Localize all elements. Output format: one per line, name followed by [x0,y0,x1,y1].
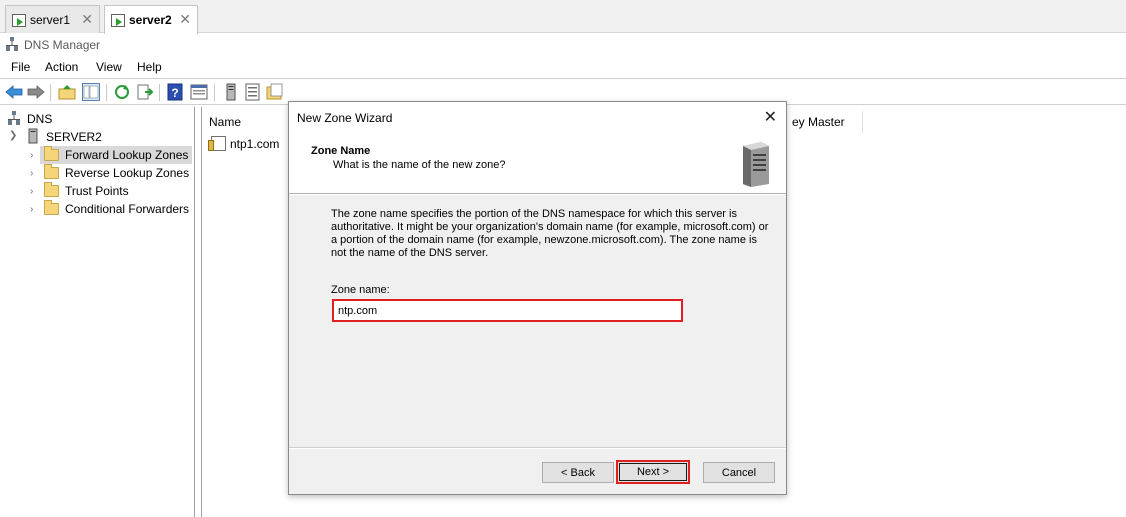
chevron-right-icon[interactable]: › [30,204,33,215]
tab-server1[interactable]: server1 ✕ [5,5,100,33]
chevron-down-icon[interactable]: ❯ [9,130,17,141]
new-zone-wizard-dialog: New Zone Wizard ✕ Zone Name What is the … [288,101,787,495]
help-icon[interactable]: ? [167,83,185,101]
list-icon[interactable] [244,83,262,101]
column-header-key-master[interactable]: ey Master [792,115,845,129]
tree-item-trust-points[interactable]: Trust Points [40,182,192,200]
folder-icon [44,146,59,161]
export-list-icon[interactable] [136,83,154,101]
tree-item-label: SERVER2 [46,130,102,144]
folder-icon [44,200,59,215]
zone-file-icon [208,136,226,151]
back-arrow-icon[interactable] [5,83,23,101]
list-item-label: ntp1.com [230,137,280,151]
wizard-step-subheading: What is the name of the new zone? [333,159,506,171]
menu-action[interactable]: Action [45,60,78,74]
tree-pane: DNS ❯ SERVER2 Forward Lookup Zones › Rev… [0,107,195,517]
dns-tree-icon [6,37,18,51]
server-icon [28,128,38,144]
chevron-right-icon[interactable]: › [30,150,33,161]
back-button[interactable]: < Back [542,462,614,483]
vm-console-icon [12,14,26,27]
tab-label: server2 [129,13,172,27]
close-icon[interactable]: ✕ [179,11,191,28]
dialog-title: New Zone Wizard [297,111,393,125]
svg-text:?: ? [171,86,178,100]
tree-item-forward-lookup-zones[interactable]: Forward Lookup Zones [40,146,192,164]
tree-item-dns[interactable]: DNS [8,110,88,128]
column-divider[interactable] [862,111,863,133]
tree-item-server2[interactable]: ❯ SERVER2 [9,128,129,146]
tree-item-label: Forward Lookup Zones [65,148,189,162]
tab-strip: server1 ✕ server2 ✕ [0,0,1126,34]
dialog-footer: < Back Next > Cancel [289,449,786,494]
tree-item-label: Trust Points [65,184,129,198]
chevron-right-icon[interactable]: › [30,168,33,179]
folder-icon [44,182,59,197]
refresh-icon[interactable] [113,83,131,101]
column-header-name[interactable]: Name [209,115,241,129]
window-title: DNS Manager [24,38,101,52]
menu-bar: File Action View Help [0,57,1126,77]
menu-view[interactable]: View [96,60,122,74]
menu-help[interactable]: Help [137,60,162,74]
dialog-body: The zone name specifies the portion of t… [289,195,786,448]
server-tower-icon [743,142,769,187]
folder-icon[interactable] [266,83,284,101]
tab-server2[interactable]: server2 ✕ [104,5,198,34]
chevron-right-icon[interactable]: › [30,186,33,197]
folder-icon [44,164,59,179]
vm-console-icon [111,14,125,27]
dns-tree-icon [8,111,20,125]
up-folder-icon[interactable] [58,83,76,101]
zone-name-label: Zone name: [331,284,390,296]
tab-label: server1 [30,13,71,27]
wizard-step-heading: Zone Name [311,145,371,157]
tree-item-conditional-forwarders[interactable]: Conditional Forwarders [40,200,192,218]
properties-icon[interactable] [190,83,208,101]
dialog-header: Zone Name What is the name of the new zo… [289,134,786,194]
menu-file[interactable]: File [11,60,30,74]
show-hide-tree-icon[interactable] [82,83,100,101]
zone-name-description: The zone name specifies the portion of t… [331,208,769,259]
tree-item-reverse-lookup-zones[interactable]: Reverse Lookup Zones [40,164,192,182]
forward-arrow-icon[interactable] [27,83,45,101]
close-icon[interactable]: ✕ [81,11,93,28]
tree-item-label: DNS [27,112,53,126]
next-button[interactable]: Next > [616,460,690,484]
zone-name-input[interactable] [332,299,683,322]
tree-item-label: Reverse Lookup Zones [65,166,190,180]
cancel-button[interactable]: Cancel [703,462,775,483]
tree-item-label: Conditional Forwarders [65,202,190,216]
close-icon[interactable]: ✕ [764,107,777,127]
server-icon[interactable] [222,83,240,101]
